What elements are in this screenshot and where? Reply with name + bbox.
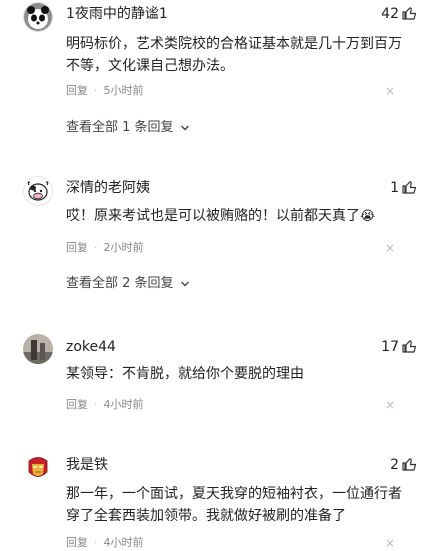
thumbs-up-icon[interactable] (401, 5, 417, 21)
comment-meta: 回复 · 5小时前 (66, 83, 144, 99)
username[interactable]: zoke44 (66, 338, 116, 356)
reply-button[interactable]: 回复 (66, 398, 88, 411)
comment-meta: 回复 · 4小时前 (66, 397, 144, 413)
close-icon[interactable]: × (385, 535, 395, 551)
close-icon[interactable]: × (385, 397, 395, 413)
timestamp: 2小时前 (103, 241, 144, 254)
photo-avatar[interactable] (23, 334, 53, 364)
separator: · (94, 241, 98, 254)
separator: · (94, 84, 98, 97)
timestamp: 4小时前 (103, 536, 144, 549)
comment-text-body: 哎！原来考试也是可以被贿赂的！以前都天真了 (66, 208, 360, 224)
ironman-avatar[interactable] (23, 452, 53, 482)
like-count: 42 (381, 6, 399, 22)
panda-avatar[interactable] (23, 2, 53, 32)
like-count: 17 (381, 339, 399, 355)
timestamp: 5小时前 (103, 84, 144, 97)
comment-text: 哎！原来考试也是可以被贿赂的！以前都天真了😭 (66, 205, 406, 228)
close-icon[interactable]: × (385, 83, 395, 99)
comment-meta: 回复 · 2小时前 (66, 240, 144, 256)
username[interactable]: 我是铁 (66, 456, 108, 474)
close-icon[interactable]: × (385, 240, 395, 256)
separator: · (94, 536, 98, 549)
thumbs-up-icon[interactable] (401, 179, 417, 195)
like-count: 2 (390, 457, 399, 473)
username[interactable]: 深情的老阿姨 (66, 179, 150, 197)
crying-emoji: 😭 (360, 209, 376, 224)
comment-text: 明码标价，艺术类院校的合格证基本就是几十万到百万不等，文化课自己想办法。 (66, 36, 402, 74)
view-all-replies-button[interactable]: 查看全部 1 条回复 (66, 119, 190, 137)
thumbs-up-icon[interactable] (401, 338, 417, 354)
reply-button[interactable]: 回复 (66, 241, 88, 254)
view-all-replies-button[interactable]: 查看全部 2 条回复 (66, 275, 190, 293)
separator: · (94, 398, 98, 411)
timestamp: 4小时前 (103, 398, 144, 411)
comment-text: 某领导：不肯脱，就给你个要脱的理由 (66, 366, 304, 382)
reply-button[interactable]: 回复 (66, 84, 88, 97)
view-all-label: 查看全部 2 条回复 (66, 276, 174, 291)
cow-avatar[interactable] (23, 176, 53, 206)
reply-button[interactable]: 回复 (66, 536, 88, 549)
view-all-label: 查看全部 1 条回复 (66, 120, 174, 135)
comment-text: 那一年，一个面试，夏天我穿的短袖衬衣，一位通行者穿了全套西装加领带。我就做好被刷… (66, 486, 402, 524)
chevron-down-icon (180, 125, 189, 130)
chevron-down-icon (180, 281, 189, 286)
thumbs-up-icon[interactable] (401, 456, 417, 472)
comment-meta: 回复 · 4小时前 (66, 535, 144, 551)
username[interactable]: 1夜雨中的静谧1 (66, 5, 168, 23)
like-count: 1 (390, 180, 399, 196)
